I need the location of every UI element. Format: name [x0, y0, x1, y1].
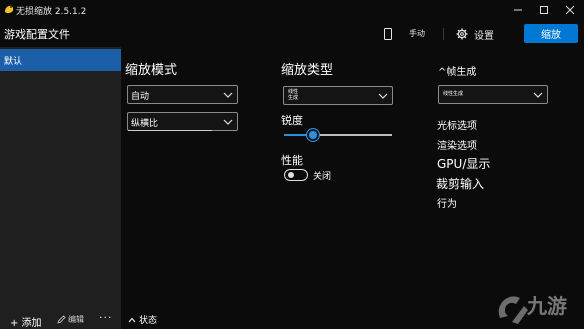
pencil-icon — [57, 315, 66, 324]
aspect-ratio-focus-underline — [128, 130, 212, 131]
more-options-button[interactable]: ··· — [99, 311, 113, 324]
close-icon — [565, 5, 575, 15]
chevron-down-icon — [533, 92, 543, 98]
window-title: 无损缩放 2.5.1.2 — [16, 7, 87, 17]
phone-icon — [384, 27, 392, 40]
chevron-down-icon — [223, 92, 233, 98]
maximize-icon — [540, 6, 548, 14]
sharpness-label: 锐度 — [281, 114, 303, 127]
add-profile-button[interactable]: + 添加 — [10, 314, 42, 329]
frame-gen-select[interactable]: 线性生成 — [438, 85, 548, 104]
page-title: 游戏配置文件 — [4, 28, 70, 41]
header: 游戏配置文件 手动 设置 缩放 — [0, 20, 584, 47]
title-bar: 无损缩放 2.5.1.2 — [0, 0, 584, 20]
scaling-type-select[interactable]: 线性生成 — [283, 86, 393, 105]
profile-item-label: 默认 — [4, 57, 23, 67]
minimize-icon — [514, 9, 522, 11]
watermark-text: 九游 — [527, 294, 567, 318]
scale-button[interactable]: 缩放 — [524, 24, 578, 43]
manual-button-icon-wrap[interactable] — [383, 27, 393, 40]
maximize-button[interactable] — [532, 0, 556, 20]
status-toggle[interactable]: 状态 — [128, 313, 157, 326]
profile-item-default[interactable]: 默认 — [0, 49, 121, 71]
behavior-link[interactable]: 行为 — [437, 195, 457, 210]
sharpness-slider-thumb[interactable] — [307, 129, 319, 141]
settings-button[interactable]: 设置 — [474, 27, 494, 42]
cursor-options-link[interactable]: 光标选项 — [437, 117, 477, 132]
chevron-up-icon — [128, 317, 136, 322]
sidebar-footer: + 添加 编辑 ··· — [0, 307, 121, 329]
scaling-mode-select[interactable]: 自动 — [127, 85, 238, 104]
chevron-down-icon — [378, 93, 388, 99]
gear-icon — [456, 28, 467, 39]
scaling-mode-value: 自动 — [131, 92, 150, 102]
scaling-mode-title: 缩放模式 — [125, 63, 178, 78]
performance-toggle-state: 关闭 — [313, 172, 332, 182]
minimize-button[interactable] — [506, 0, 530, 20]
gpu-display-link[interactable]: GPU/显示 — [437, 155, 490, 172]
manual-button[interactable]: 手动 — [409, 28, 425, 39]
sharpness-slider-track[interactable] — [313, 134, 392, 136]
frame-gen-value: 线性生成 — [443, 91, 464, 97]
edit-profile-label: 编辑 — [68, 315, 84, 324]
settings-button-icon-wrap[interactable] — [455, 27, 468, 40]
aspect-ratio-select[interactable]: 纵横比 — [127, 112, 238, 131]
render-options-link[interactable]: 渲染选项 — [437, 137, 477, 152]
performance-toggle-knob — [288, 172, 294, 178]
header-divider — [443, 28, 444, 40]
edit-profile-button[interactable]: 编辑 — [57, 314, 84, 325]
profiles-sidebar: 默认 + 添加 编辑 ··· — [0, 47, 121, 329]
scaling-type-value: 线性生成 — [288, 89, 299, 101]
app-logo-icon — [5, 5, 14, 13]
chevron-down-icon — [223, 119, 233, 125]
aspect-ratio-value: 纵横比 — [131, 119, 159, 129]
frame-gen-collapse-toggle[interactable]: ^帧生成 — [438, 63, 476, 78]
performance-toggle[interactable] — [284, 169, 308, 181]
performance-label: 性能 — [281, 154, 303, 167]
close-button[interactable] — [558, 0, 582, 20]
status-label: 状态 — [139, 316, 158, 326]
crop-input-link[interactable]: 裁剪输入 — [436, 175, 484, 192]
scaling-type-title: 缩放类型 — [281, 63, 334, 78]
